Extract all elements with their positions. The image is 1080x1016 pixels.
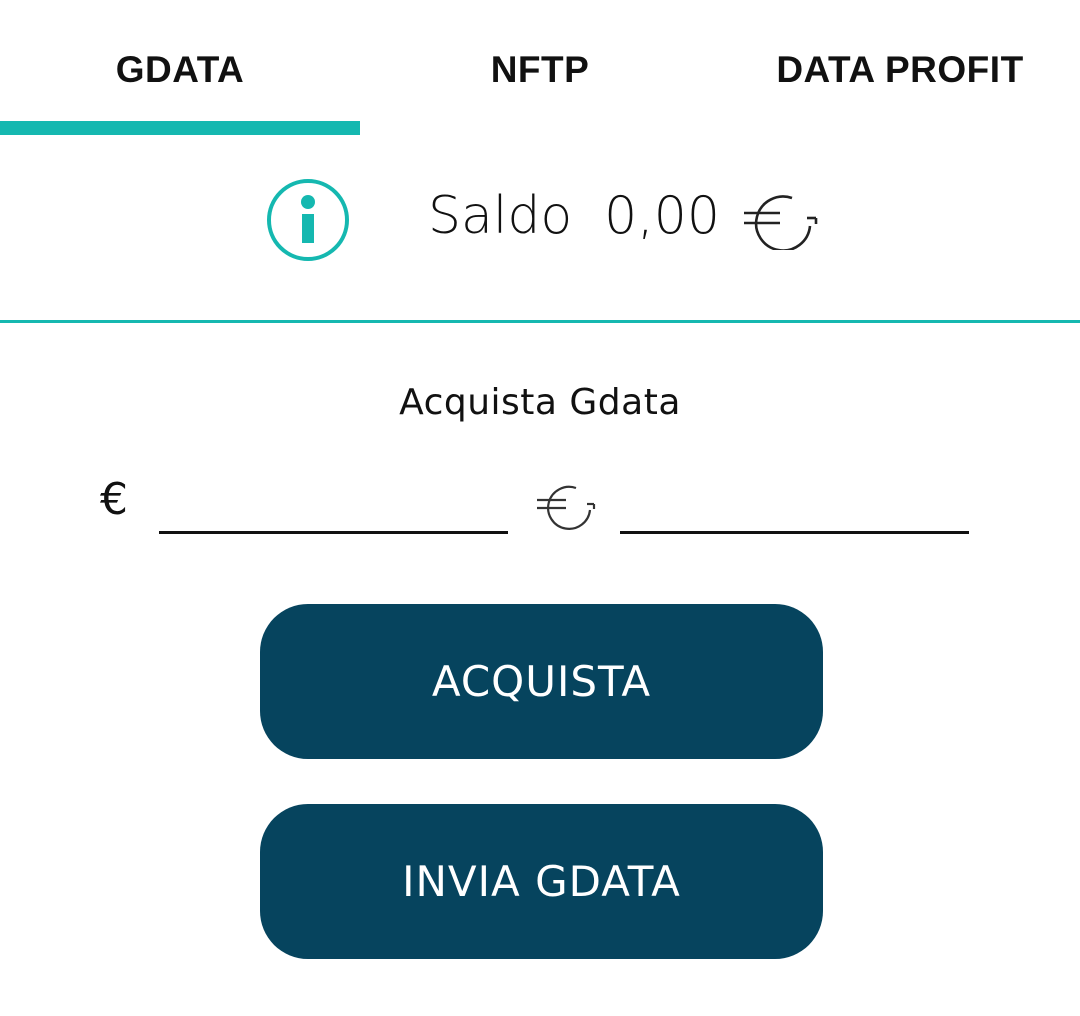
gdata-amount-input[interactable] (620, 488, 969, 534)
tab-bar: GDATA NFTP DATA PROFIT (0, 0, 1080, 140)
section-divider (0, 320, 1080, 323)
buy-button[interactable]: ACQUISTA (260, 604, 823, 759)
euro-amount-input[interactable] (159, 488, 508, 534)
send-gdata-button-label: INVIA GDATA (402, 857, 681, 906)
gdata-currency-icon-small (534, 478, 596, 530)
buy-button-label: ACQUISTA (431, 657, 652, 706)
balance-display: Saldo 0,00 (428, 180, 720, 252)
tab-nftp[interactable]: NFTP (360, 0, 720, 140)
gdata-currency-icon (740, 186, 818, 252)
tab-data-profit[interactable]: DATA PROFIT (720, 0, 1080, 140)
tab-nftp-label: NFTP (490, 49, 590, 90)
euro-sign: € (100, 474, 128, 525)
tab-gdata[interactable]: GDATA (0, 0, 360, 140)
send-gdata-button[interactable]: INVIA GDATA (260, 804, 823, 959)
info-icon[interactable] (266, 178, 350, 262)
active-tab-indicator (0, 121, 360, 135)
tab-gdata-label: GDATA (115, 49, 245, 90)
tab-data-profit-label: DATA PROFIT (776, 49, 1024, 90)
balance-label: Saldo (428, 186, 573, 246)
balance-amount: 0,00 (604, 186, 720, 246)
purchase-title: Acquista Gdata (399, 382, 681, 423)
